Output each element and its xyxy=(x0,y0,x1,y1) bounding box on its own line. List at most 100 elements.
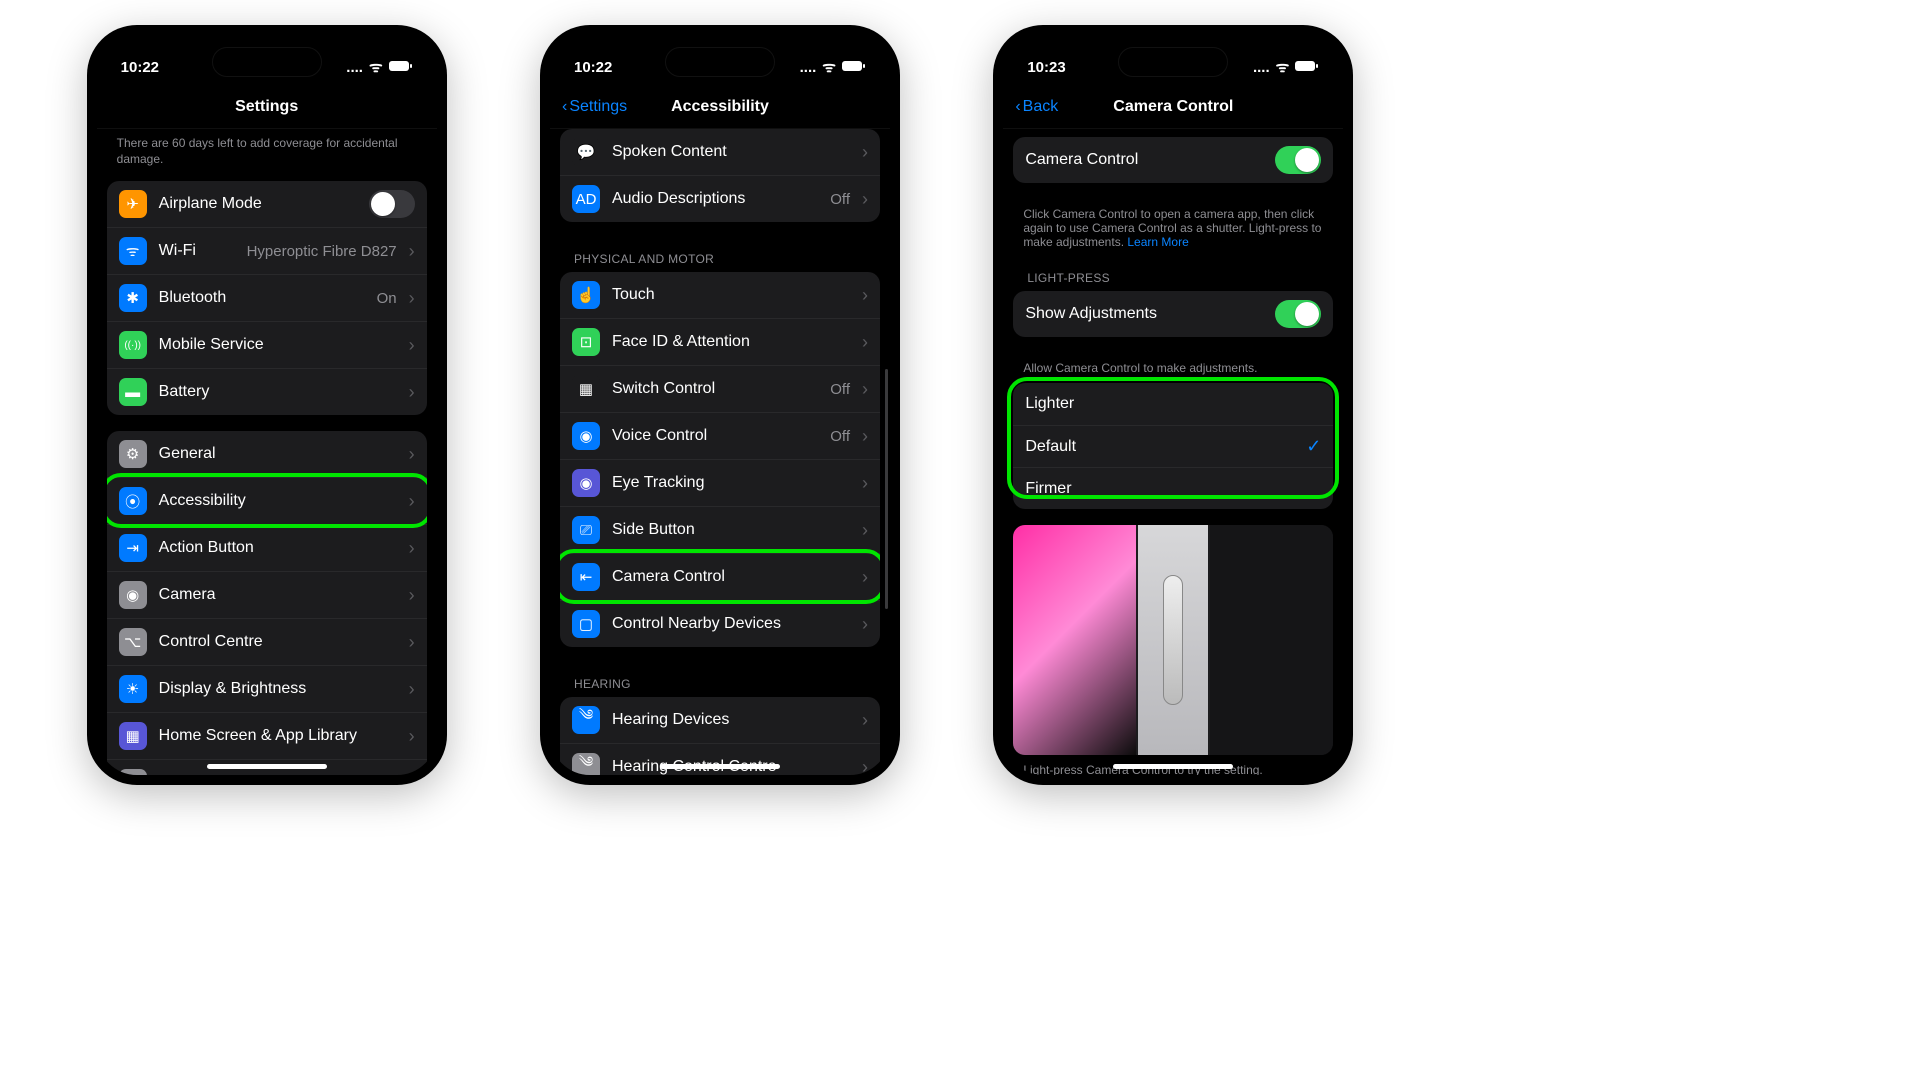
home-indicator[interactable] xyxy=(660,764,780,769)
row-wi-fi[interactable]: ᯤWi-FiHyperoptic Fibre D827› xyxy=(107,227,427,274)
chevron-right-icon: › xyxy=(862,710,868,731)
row-option-firmer[interactable]: Firmer xyxy=(1013,467,1333,509)
wi-fi-icon: ᯤ xyxy=(119,237,147,265)
check-icon: ✓ xyxy=(1306,436,1321,457)
home-screen-app-library-icon: ▦ xyxy=(119,722,147,750)
row-face-id-attention[interactable]: ⊡Face ID & Attention› xyxy=(560,318,880,365)
chevron-right-icon: › xyxy=(862,189,868,210)
group-title-physical: PHYSICAL AND MOTOR xyxy=(560,238,880,272)
bluetooth-icon: ✱ xyxy=(119,284,147,312)
face-id-attention-label: Face ID & Attention xyxy=(612,333,850,351)
back-button[interactable]: ‹ Back xyxy=(1015,98,1058,116)
cellular-icon: .... xyxy=(1253,59,1270,76)
touch-icon: ☝ xyxy=(572,281,600,309)
mobile-service-label: Mobile Service xyxy=(159,336,397,354)
row-hearing-devices[interactable]: ༄Hearing Devices› xyxy=(560,697,880,743)
row-general[interactable]: ⚙General› xyxy=(107,431,427,477)
light-press-options: LighterDefault✓ Firmer xyxy=(1013,383,1333,509)
row-eye-tracking[interactable]: ◉Eye Tracking› xyxy=(560,459,880,506)
row-control-centre[interactable]: ⌥Control Centre› xyxy=(107,618,427,665)
chevron-right-icon: › xyxy=(862,332,868,353)
accessibility-group-top: 💬Spoken Content›ADAudio DescriptionsOff› xyxy=(560,129,880,222)
row-camera[interactable]: ◉Camera› xyxy=(107,571,427,618)
option-firmer-label: Firmer xyxy=(1025,480,1321,498)
phone-2-accessibility: 10:22 .... ᯤ ‹ Settings Accessibility 💬S… xyxy=(540,25,900,785)
status-time: 10:22 xyxy=(121,59,159,76)
chevron-right-icon: › xyxy=(862,285,868,306)
row-spoken-content[interactable]: 💬Spoken Content› xyxy=(560,129,880,175)
row-display-brightness[interactable]: ☀Display & Brightness› xyxy=(107,665,427,712)
battery-icon xyxy=(389,59,413,76)
learn-more-link[interactable]: Learn More xyxy=(1127,235,1188,249)
row-bluetooth[interactable]: ✱BluetoothOn› xyxy=(107,274,427,321)
chevron-right-icon: › xyxy=(409,679,415,700)
navbar: ‹ Back Camera Control xyxy=(1003,85,1343,129)
show-adjustments-toggle[interactable] xyxy=(1275,300,1321,328)
row-action-button[interactable]: ⇥Action Button› xyxy=(107,524,427,571)
wi-fi-label: Wi-Fi xyxy=(159,242,235,260)
wifi-icon: ᯤ xyxy=(822,57,836,77)
control-nearby-devices-label: Control Nearby Devices xyxy=(612,615,850,633)
wifi-icon: ᯤ xyxy=(1276,57,1290,77)
row-accessibility[interactable]: ⦿Accessibility› xyxy=(107,477,427,524)
light-press-desc: Allow Camera Control to make adjustments… xyxy=(1013,353,1333,383)
switch-control-label: Switch Control xyxy=(612,380,818,398)
chevron-right-icon: › xyxy=(862,142,868,163)
chevron-right-icon: › xyxy=(862,757,868,776)
home-indicator[interactable] xyxy=(207,764,327,769)
airplane-mode-icon: ✈︎ xyxy=(119,190,147,218)
search-label: Search xyxy=(159,774,397,775)
camera-control-toggle-row[interactable]: Camera Control xyxy=(1013,137,1333,183)
chevron-right-icon: › xyxy=(862,614,868,635)
row-side-button[interactable]: ⎚Side Button› xyxy=(560,506,880,553)
row-camera-control[interactable]: ⇤Camera Control› xyxy=(560,553,880,600)
phone-3-camera-control: 10:23 .... ᯤ ‹ Back Camera Control Camer… xyxy=(993,25,1353,785)
chevron-right-icon: › xyxy=(409,335,415,356)
row-mobile-service[interactable]: ((·)) Mobile Service › xyxy=(107,321,427,368)
battery-icon xyxy=(842,59,866,76)
airplane-mode-toggle[interactable] xyxy=(369,190,415,218)
row-airplane-mode[interactable]: ✈︎Airplane Mode xyxy=(107,181,427,227)
side-button-label: Side Button xyxy=(612,521,850,539)
row-audio-descriptions[interactable]: ADAudio DescriptionsOff› xyxy=(560,175,880,222)
scroll-indicator[interactable] xyxy=(885,369,888,609)
phone-1-settings: 10:22 .... ᯤ Settings There are 60 days … xyxy=(87,25,447,785)
eye-tracking-icon: ◉ xyxy=(572,469,600,497)
camera-control-toggle[interactable] xyxy=(1275,146,1321,174)
search-icon: 🔍 xyxy=(119,769,147,775)
show-adjustments-row[interactable]: Show Adjustments xyxy=(1013,291,1333,337)
camera-control-button-icon xyxy=(1163,575,1183,705)
home-indicator[interactable] xyxy=(1113,764,1233,769)
chevron-right-icon: › xyxy=(409,538,415,559)
voice-control-value: Off xyxy=(830,428,850,445)
row-option-lighter[interactable]: Lighter xyxy=(1013,383,1333,425)
wifi-icon: ᯤ xyxy=(369,57,383,77)
camera-control-desc: Click Camera Control to open a camera ap… xyxy=(1013,199,1333,257)
page-title: Settings xyxy=(235,98,298,116)
row-switch-control[interactable]: ▦Switch ControlOff› xyxy=(560,365,880,412)
row-control-nearby-devices[interactable]: ▢Control Nearby Devices› xyxy=(560,600,880,647)
row-option-default[interactable]: Default✓ xyxy=(1013,425,1333,467)
light-press-title: LIGHT-PRESS xyxy=(1013,257,1333,291)
row-home-screen-app-library[interactable]: ▦Home Screen & App Library› xyxy=(107,712,427,759)
page-title: Camera Control xyxy=(1113,98,1233,116)
status-time: 10:22 xyxy=(574,59,612,76)
row-hearing-control-centre[interactable]: ༄Hearing Control Centre› xyxy=(560,743,880,775)
action-button-label: Action Button xyxy=(159,539,397,557)
audio-descriptions-icon: AD xyxy=(572,185,600,213)
chevron-right-icon: › xyxy=(409,632,415,653)
coverage-notice: There are 60 days left to add coverage f… xyxy=(107,129,427,181)
mobile-service-icon: ((·)) xyxy=(119,331,147,359)
eye-tracking-label: Eye Tracking xyxy=(612,474,850,492)
preview-side-rail xyxy=(1138,525,1208,755)
voice-control-icon: ◉ xyxy=(572,422,600,450)
row-battery[interactable]: ▬Battery› xyxy=(107,368,427,415)
audio-descriptions-value: Off xyxy=(830,191,850,208)
camera-control-toggle-group: Camera Control xyxy=(1013,137,1333,183)
side-button-icon: ⎚ xyxy=(572,516,600,544)
row-touch[interactable]: ☝Touch› xyxy=(560,272,880,318)
chevron-left-icon: ‹ xyxy=(562,98,567,116)
row-voice-control[interactable]: ◉Voice ControlOff› xyxy=(560,412,880,459)
chevron-right-icon: › xyxy=(409,444,415,465)
back-button[interactable]: ‹ Settings xyxy=(562,98,627,116)
